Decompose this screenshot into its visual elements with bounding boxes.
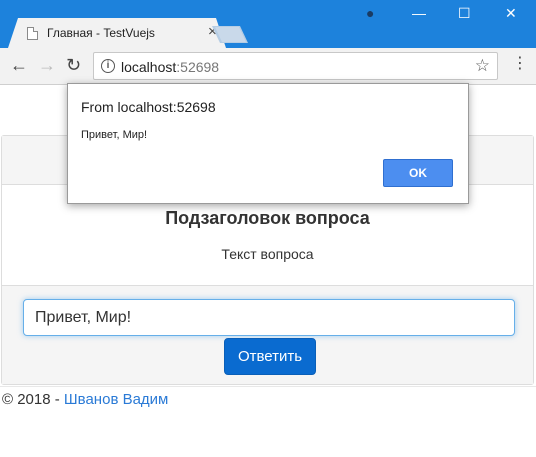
alert-ok-button[interactable]: OK — [383, 159, 453, 187]
footer-divider — [0, 386, 536, 387]
address-url[interactable]: localhost:52698 — [121, 59, 219, 75]
browser-tab-active[interactable]: Главная - TestVuejs × — [8, 18, 226, 48]
browser-toolbar: ← → ↻ i localhost:52698 ☆ ⋮ — [0, 48, 536, 85]
forward-arrow-icon[interactable]: → — [38, 56, 56, 74]
back-arrow-icon[interactable]: ← — [10, 56, 28, 74]
address-bar[interactable]: i localhost:52698 ☆ — [93, 52, 498, 80]
site-info-icon[interactable]: i — [101, 59, 115, 73]
browser-menu-icon[interactable]: ⋮ — [512, 56, 528, 72]
tab-title: Главная - TestVuejs — [47, 26, 155, 40]
minimize-icon[interactable]: — — [412, 6, 426, 20]
page-favicon-icon — [27, 27, 38, 40]
alert-dialog: From localhost:52698 Привет, Мир! OK — [67, 83, 469, 204]
close-window-icon[interactable]: ✕ — [505, 6, 517, 20]
maximize-icon[interactable]: ☐ — [458, 6, 471, 20]
alert-title: From localhost:52698 — [81, 99, 216, 115]
profile-icon[interactable]: ● — [366, 6, 374, 20]
answer-input[interactable] — [23, 299, 515, 336]
bookmark-star-icon[interactable]: ☆ — [475, 56, 490, 76]
question-text: Текст вопроса — [221, 246, 314, 262]
panel-footer: Ответить — [2, 285, 533, 384]
url-host: localhost — [121, 59, 177, 75]
submit-answer-button[interactable]: Ответить — [224, 338, 316, 375]
browser-titlebar: Главная - TestVuejs × ● — ☐ ✕ — [0, 0, 536, 48]
alert-message: Привет, Мир! — [81, 129, 148, 141]
reload-icon[interactable]: ↻ — [66, 56, 81, 74]
copyright-text: © 2018 - — [2, 391, 64, 408]
url-port: :52698 — [176, 59, 220, 75]
author-link[interactable]: Шванов Вадим — [64, 391, 168, 408]
question-subtitle: Подзаголовок вопроса — [165, 208, 370, 228]
page-footer: © 2018 - Шванов Вадим — [2, 391, 168, 408]
